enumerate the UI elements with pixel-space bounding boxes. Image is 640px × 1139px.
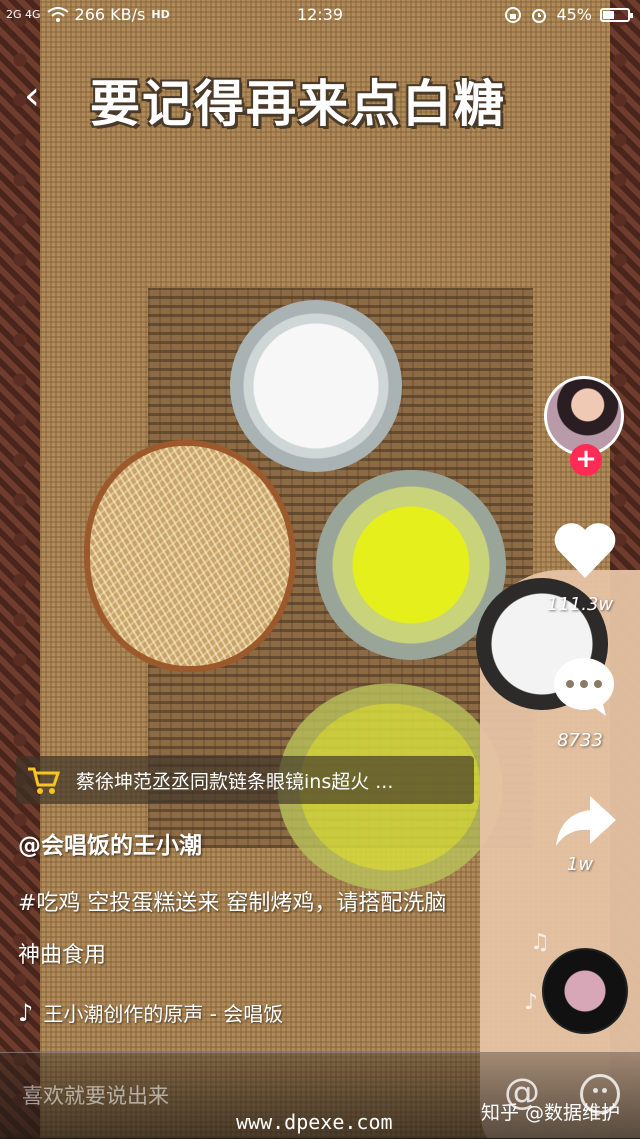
- back-arrow-icon[interactable]: ‹: [24, 76, 40, 116]
- comment-count: 8733: [557, 730, 603, 751]
- follow-button[interactable]: +: [570, 444, 602, 476]
- music-info[interactable]: ♪ 王小潮创作的原声 - 会唱饭: [18, 998, 283, 1027]
- like-count: 111.3w: [546, 594, 614, 615]
- comment-icon[interactable]: [552, 656, 616, 716]
- heart-icon[interactable]: [552, 520, 618, 580]
- product-title: 蔡徐坤范丞丞同款链条眼镜ins超火 ...: [76, 770, 394, 793]
- straw-basket: [84, 440, 296, 672]
- comment-input[interactable]: 喜欢就要说出来: [22, 1080, 169, 1110]
- music-disc[interactable]: [542, 948, 628, 1034]
- music-title: 王小潮创作的原声 - 会唱饭: [43, 1002, 284, 1026]
- product-bar[interactable]: 蔡徐坤范丞丞同款链条眼镜ins超火 ...: [16, 756, 474, 804]
- author-name[interactable]: @会唱饭的王小潮: [18, 826, 202, 860]
- share-count: 1w: [566, 854, 594, 875]
- action-rail: + 111.3w 8733 1w ♫ ♪: [520, 0, 640, 1138]
- watermark-left: www.dpexe.com: [236, 1110, 393, 1134]
- sugar-bowl: [230, 300, 402, 472]
- music-note-icon: ♫: [530, 930, 550, 955]
- tiktok-logo-icon: ♪: [18, 998, 34, 1027]
- cart-icon: [28, 767, 60, 794]
- video-caption-title: 要记得再来点白糖: [90, 75, 506, 133]
- post-description: #吃鸡 空投蛋糕送来 窑制烤鸡，请搭配洗脑神曲食用: [18, 891, 447, 968]
- watermark-right: 知乎 @数据维护: [480, 1102, 620, 1124]
- share-icon[interactable]: [554, 794, 616, 848]
- music-note-icon: ♪: [524, 990, 539, 1015]
